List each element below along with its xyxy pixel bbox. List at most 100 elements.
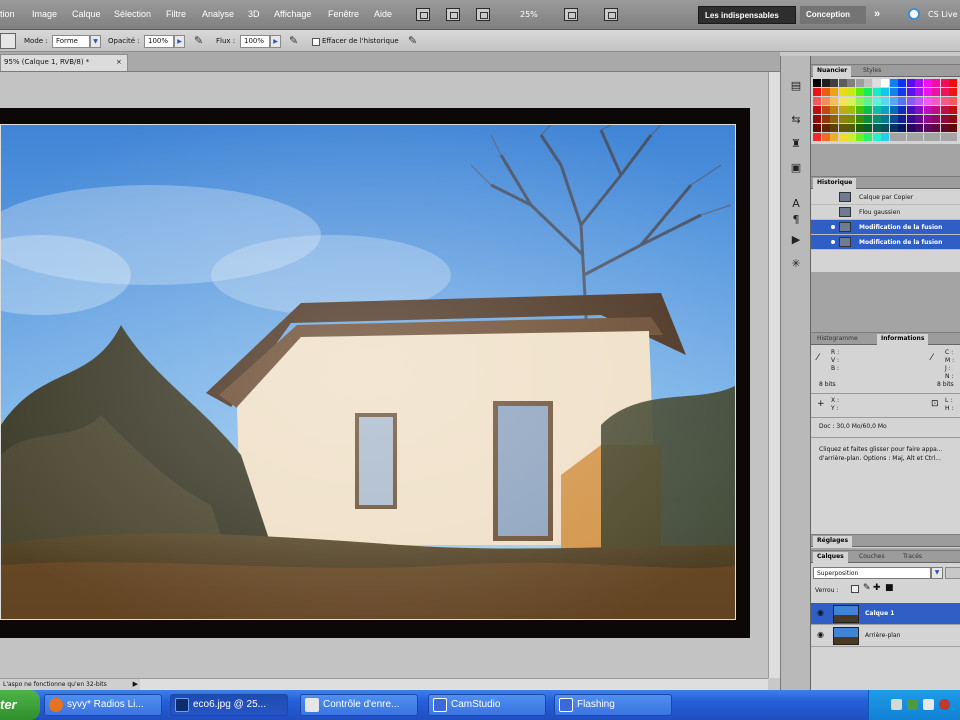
swatch-color[interactable] [847,124,855,132]
image-canvas[interactable] [0,108,750,638]
swatch-color[interactable] [932,97,940,105]
swatch-color[interactable] [898,124,906,132]
document-tab[interactable]: 95% (Calque 1, RVB/8) * × [0,54,128,71]
swatch-color[interactable] [889,88,898,96]
swatch-color[interactable] [847,133,855,141]
swatch-color[interactable] [847,115,855,123]
view-extras-icon[interactable] [476,8,490,21]
swatch-color[interactable] [830,88,838,96]
swatch-color[interactable] [847,97,855,105]
tab-styles[interactable]: Styles [859,66,885,77]
blend-mode-select[interactable]: Superposition [813,567,931,579]
opacity-slider-icon[interactable]: ▶ [174,35,185,48]
layer-row[interactable]: ◉ Arrière-plan [811,625,960,647]
vertical-scrollbar[interactable] [768,72,780,678]
swatch-color[interactable] [915,115,923,123]
swatch-color[interactable] [838,97,847,105]
menu-3d[interactable]: 3D [248,9,260,19]
swatch-color[interactable] [898,115,906,123]
swatch-color[interactable] [906,106,915,114]
swatch-color[interactable] [915,97,923,105]
lock-pixels-icon[interactable]: ✎ [863,583,871,593]
mode-select[interactable]: Forme [52,35,90,48]
swatch-color[interactable] [864,115,872,123]
character-icon[interactable]: A [788,196,804,212]
swatch-color[interactable] [881,106,889,114]
swatch-grid[interactable] [813,79,959,143]
swatch-color[interactable] [923,115,932,123]
swatch-color[interactable] [923,88,932,96]
blend-mode-dropdown-icon[interactable]: ▼ [931,567,943,579]
swatch-color[interactable] [949,115,957,123]
menu-affichage[interactable]: Affichage [274,9,311,19]
swatch-color[interactable] [898,97,906,105]
swatch-color[interactable] [821,88,830,96]
swatch-color[interactable] [932,79,940,87]
swatch-color[interactable] [889,133,898,141]
tablet-pressure-icon[interactable]: ✎ [408,34,422,48]
swatch-color[interactable] [830,97,838,105]
swatch-color[interactable] [898,106,906,114]
swatch-color[interactable] [949,124,957,132]
history-item[interactable]: Flou gaussien [811,205,960,220]
swatch-color[interactable] [923,106,932,114]
swatch-color[interactable] [830,133,838,141]
taskbar-button-flashing[interactable]: Flashing [554,694,672,716]
swatch-color[interactable] [864,79,872,87]
swatch-color[interactable] [881,124,889,132]
workspace-design-button[interactable]: Conception [800,6,866,24]
swatch-color[interactable] [838,133,847,141]
opacity-input[interactable]: 100% [144,35,174,48]
swatch-color[interactable] [949,106,957,114]
histogram-icon[interactable]: ▤ [788,78,804,94]
history-item[interactable]: Modification de la fusion [811,220,960,235]
tray-network-icon[interactable] [891,699,902,710]
swatch-color[interactable] [923,79,932,87]
swatch-color[interactable] [906,88,915,96]
swatch-color[interactable] [906,79,915,87]
workspace-essentials-button[interactable]: Les indispensables [698,6,796,24]
swatch-color[interactable] [855,79,864,87]
swatch-color[interactable] [847,106,855,114]
swatch-color[interactable] [940,133,949,141]
swatch-color[interactable] [906,97,915,105]
swatch-color[interactable] [898,79,906,87]
swatch-color[interactable] [872,115,881,123]
swatch-color[interactable] [932,88,940,96]
swatch-color[interactable] [940,79,949,87]
swatch-color[interactable] [932,106,940,114]
actions-icon[interactable]: ▶ [788,232,804,248]
swatch-color[interactable] [838,88,847,96]
swatch-color[interactable] [915,79,923,87]
swatch-color[interactable] [813,88,821,96]
swatch-color[interactable] [838,79,847,87]
swatch-color[interactable] [813,133,821,141]
swatch-color[interactable] [813,124,821,132]
swatch-color[interactable] [898,88,906,96]
tab-swatches[interactable]: Nuancier [813,66,852,77]
swatch-color[interactable] [915,106,923,114]
swatch-color[interactable] [881,88,889,96]
swatch-color[interactable] [813,97,821,105]
layer-row[interactable]: ◉ Calque 1 [811,603,960,625]
swatch-color[interactable] [821,106,830,114]
swatch-color[interactable] [821,124,830,132]
swatch-color[interactable] [932,133,940,141]
tab-adjustments[interactable]: Réglages [813,536,853,547]
swatch-color[interactable] [906,133,915,141]
lock-transparency-icon[interactable] [851,585,859,593]
mini-bridge-icon[interactable] [446,8,460,21]
swatch-color[interactable] [940,88,949,96]
swatch-color[interactable] [864,106,872,114]
swatch-color[interactable] [855,115,864,123]
clone-source-icon[interactable]: ♜ [788,136,804,152]
lock-position-icon[interactable]: ✚ [873,583,881,593]
swatch-color[interactable] [847,79,855,87]
tab-history[interactable]: Historique [813,178,857,189]
swatch-color[interactable] [872,97,881,105]
menu-fenetre[interactable]: Fenêtre [328,9,359,19]
swatch-color[interactable] [830,115,838,123]
flow-input[interactable]: 100% [240,35,270,48]
swatch-color[interactable] [923,124,932,132]
swatch-color[interactable] [830,79,838,87]
